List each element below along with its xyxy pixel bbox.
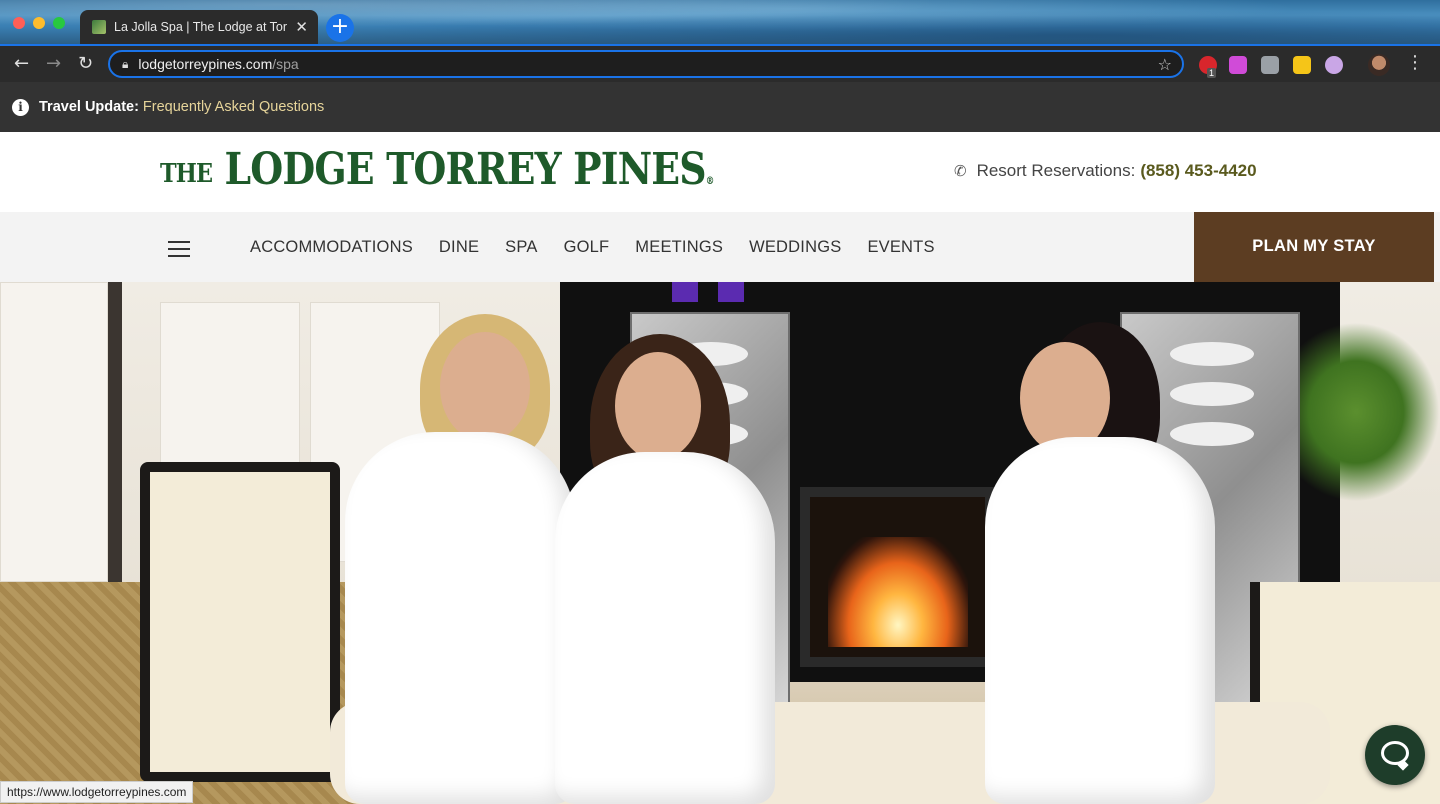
faq-link[interactable]: Frequently Asked Questions bbox=[143, 99, 324, 115]
person-head bbox=[615, 352, 701, 460]
browser-tabstrip: La Jolla Spa | The Lodge at Tor ✕ + bbox=[0, 0, 1440, 44]
logo-the: THE bbox=[160, 159, 213, 189]
nav-item-weddings[interactable]: WEDDINGS bbox=[749, 238, 841, 257]
nav-item-spa[interactable]: SPA bbox=[505, 238, 537, 257]
browser-toolbar: ← → ↻ 🔒︎ lodgetorreypines.com/spa ☆ 1 ⋮ bbox=[0, 44, 1440, 82]
extension-play-icon[interactable] bbox=[1325, 56, 1343, 74]
info-icon: i bbox=[12, 98, 29, 116]
lock-icon: 🔒︎ bbox=[122, 56, 129, 71]
fire-flames bbox=[828, 537, 968, 647]
live-chat-button[interactable] bbox=[1365, 725, 1425, 785]
nav-item-dine[interactable]: DINE bbox=[439, 238, 479, 257]
status-bar-url: https://www.lodgetorreypines.com bbox=[0, 781, 194, 803]
nav-item-golf[interactable]: GOLF bbox=[564, 238, 610, 257]
tab-title: La Jolla Spa | The Lodge at Tor bbox=[114, 20, 288, 34]
url-path: /spa bbox=[272, 56, 299, 72]
lily-plant bbox=[1300, 322, 1440, 502]
nav-item-accommodations[interactable]: ACCOMMODATIONS bbox=[250, 238, 413, 257]
steel-panel-oval bbox=[1170, 382, 1254, 406]
hero-image bbox=[0, 282, 1440, 804]
phone-icon: ✆ bbox=[954, 162, 967, 180]
back-arrow-icon[interactable]: ← bbox=[14, 53, 29, 74]
person-robe bbox=[345, 432, 575, 804]
armchair-left bbox=[140, 462, 340, 782]
nav-item-meetings[interactable]: MEETINGS bbox=[635, 238, 723, 257]
site-header: THE LODGE TORREY PINES® ✆ Resort Reserva… bbox=[0, 132, 1440, 212]
url-host: lodgetorreypines.com bbox=[138, 56, 273, 72]
person-robe bbox=[555, 452, 775, 804]
travel-update-label: Travel Update: bbox=[39, 99, 139, 115]
profile-avatar[interactable] bbox=[1368, 54, 1390, 76]
steel-panel-oval bbox=[1170, 342, 1254, 366]
bookmark-star-icon[interactable]: ☆ bbox=[1158, 55, 1172, 74]
reservations-contact: ✆ Resort Reservations: (858) 453-4420 bbox=[954, 161, 1257, 181]
travel-update-bar: i Travel Update: Frequently Asked Questi… bbox=[0, 82, 1440, 132]
extension-notes-icon[interactable] bbox=[1293, 56, 1311, 74]
address-bar[interactable]: 🔒︎ lodgetorreypines.com/spa ☆ bbox=[108, 50, 1184, 78]
window-maximize-button[interactable] bbox=[53, 17, 65, 29]
forward-arrow-icon[interactable]: → bbox=[46, 53, 61, 74]
reservations-label: Resort Reservations: bbox=[976, 161, 1136, 180]
logo-main: LODGE TORREY PINES bbox=[224, 144, 707, 195]
site-logo[interactable]: THE LODGE TORREY PINES® bbox=[160, 144, 715, 195]
browser-tab-active[interactable]: La Jolla Spa | The Lodge at Tor ✕ bbox=[80, 10, 318, 44]
kebab-menu-icon[interactable]: ⋮ bbox=[1406, 52, 1424, 73]
extension-puzzle-icon[interactable] bbox=[1229, 56, 1247, 74]
hamburger-menu-icon[interactable] bbox=[168, 241, 190, 262]
tab-close-icon[interactable]: ✕ bbox=[295, 18, 308, 36]
logo-registered: ® bbox=[705, 176, 715, 187]
reload-icon[interactable]: ↻ bbox=[78, 53, 93, 74]
extension-grey-icon[interactable] bbox=[1261, 56, 1279, 74]
site-favicon-icon bbox=[92, 20, 106, 34]
steel-panel-oval bbox=[1170, 422, 1254, 446]
person-robe bbox=[985, 437, 1215, 804]
purple-tile bbox=[718, 282, 744, 302]
window-close-button[interactable] bbox=[13, 17, 25, 29]
nav-item-events[interactable]: EVENTS bbox=[867, 238, 934, 257]
person-head bbox=[440, 332, 530, 442]
extension-badge: 1 bbox=[1207, 68, 1217, 78]
reservations-phone-link[interactable]: (858) 453-4420 bbox=[1140, 161, 1256, 181]
new-tab-button[interactable]: + bbox=[326, 14, 354, 42]
window-minimize-button[interactable] bbox=[33, 17, 45, 29]
purple-tile bbox=[672, 282, 698, 302]
wall-panel bbox=[0, 282, 108, 582]
nav-items: ACCOMMODATIONS DINE SPA GOLF MEETINGS WE… bbox=[250, 238, 961, 257]
plan-my-stay-button[interactable]: PLAN MY STAY bbox=[1194, 212, 1434, 282]
main-navigation: ACCOMMODATIONS DINE SPA GOLF MEETINGS WE… bbox=[0, 212, 1440, 282]
